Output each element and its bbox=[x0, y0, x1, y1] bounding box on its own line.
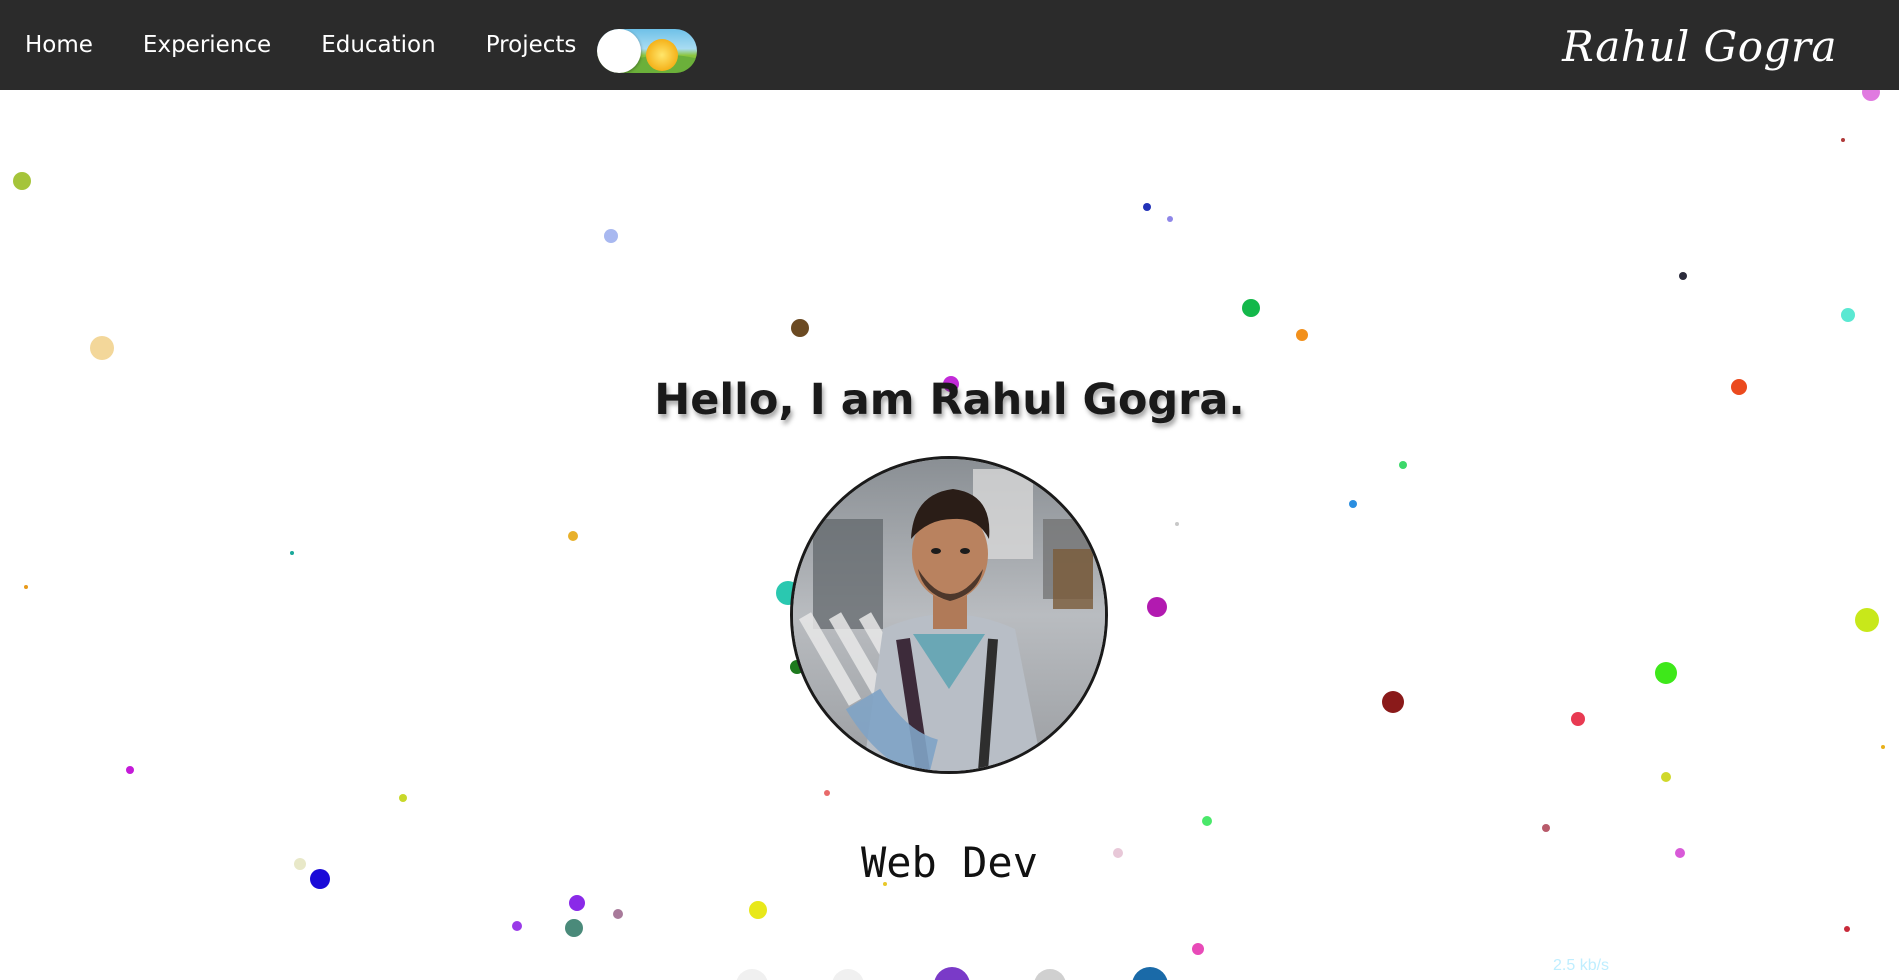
particle-dot bbox=[1841, 138, 1845, 142]
brand-name[interactable]: Rahul Gogra bbox=[1562, 22, 1837, 71]
nav-link-home[interactable]: Home bbox=[25, 32, 93, 58]
particle-dot bbox=[1399, 461, 1407, 469]
nav-link-projects[interactable]: Projects bbox=[486, 32, 577, 58]
particle-dot bbox=[613, 909, 623, 919]
hero-title: Hello, I am Rahul Gogra. bbox=[654, 375, 1245, 425]
avatar bbox=[790, 456, 1108, 774]
particle-dot bbox=[791, 319, 809, 337]
hero-role: Web Dev bbox=[860, 838, 1038, 887]
particle-dot bbox=[1855, 608, 1879, 632]
particle-dot bbox=[832, 969, 864, 980]
avatar-photo bbox=[793, 459, 1105, 771]
nav-link-education[interactable]: Education bbox=[321, 32, 436, 58]
particle-dot bbox=[126, 766, 134, 774]
particle-dot bbox=[1175, 522, 1179, 526]
particle-dot bbox=[569, 895, 585, 911]
particle-dot bbox=[1034, 969, 1066, 980]
particle-dot bbox=[24, 585, 28, 589]
particle-dot bbox=[1202, 816, 1212, 826]
particle-dot bbox=[1349, 500, 1357, 508]
particle-dot bbox=[399, 794, 407, 802]
particle-dot bbox=[290, 551, 294, 555]
nav-link-experience[interactable]: Experience bbox=[143, 32, 271, 58]
particle-dot bbox=[1542, 824, 1550, 832]
particle-dot bbox=[1143, 203, 1151, 211]
particle-dot bbox=[1844, 926, 1850, 932]
particle-dot bbox=[568, 531, 578, 541]
particle-dot bbox=[1841, 308, 1855, 322]
particle-dot bbox=[1132, 967, 1168, 980]
particle-dot bbox=[1679, 272, 1687, 280]
particle-dot bbox=[736, 969, 768, 980]
particle-dot bbox=[1296, 329, 1308, 341]
net-speed-readout: 2.5 kb/s bbox=[1553, 957, 1610, 974]
nav-links: Home Experience Education Projects bbox=[25, 0, 626, 90]
particle-dot bbox=[1147, 597, 1167, 617]
particle-dot bbox=[1655, 662, 1677, 684]
particle-dot bbox=[512, 921, 522, 931]
particle-dot bbox=[565, 919, 583, 937]
theme-toggle[interactable] bbox=[597, 29, 697, 73]
particle-dot bbox=[1382, 691, 1404, 713]
particle-dot bbox=[1881, 745, 1885, 749]
particle-dot bbox=[604, 229, 618, 243]
particle-dot bbox=[1242, 299, 1260, 317]
particle-dot bbox=[1571, 712, 1585, 726]
particle-dot bbox=[934, 967, 970, 980]
sun-toggle-icon bbox=[646, 39, 678, 71]
toggle-knob[interactable] bbox=[597, 29, 641, 73]
navbar: Home Experience Education Projects Rahul… bbox=[0, 0, 1899, 90]
particle-dot bbox=[1167, 216, 1173, 222]
particle-dot bbox=[90, 336, 114, 360]
particle-dot bbox=[1661, 772, 1671, 782]
particle-dot bbox=[824, 790, 830, 796]
particle-dot bbox=[13, 172, 31, 190]
particle-dot bbox=[1192, 943, 1204, 955]
particle-dot bbox=[749, 901, 767, 919]
